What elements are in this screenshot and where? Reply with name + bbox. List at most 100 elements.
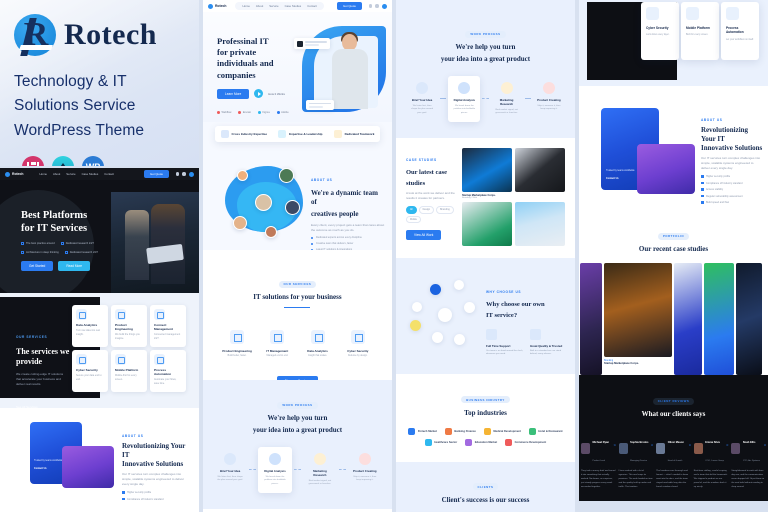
- industry-item[interactable]: Hotel & Restaurant: [528, 427, 563, 435]
- feature-item: Expertise & Leadership: [278, 130, 322, 138]
- case-image[interactable]: [461, 147, 512, 192]
- process-step[interactable]: Product Creating Ship it, measure it, the…: [348, 447, 382, 493]
- testimonial-name: Noah Ellis: [742, 441, 756, 445]
- nav-item-contact[interactable]: Contact: [104, 172, 114, 176]
- nav-item-case-studies[interactable]: Case Studies: [285, 4, 302, 8]
- nav-logo[interactable]: Rotech: [5, 171, 24, 177]
- nav-item-home[interactable]: Home: [242, 4, 249, 8]
- brief-icon: [224, 453, 237, 466]
- revolution-bullet: Compliance off industry standard: [701, 182, 763, 185]
- team-text: About Us We're a dynamic team of creativ…: [310, 168, 385, 250]
- brief-icon: [416, 82, 429, 95]
- hero-light-primary-button[interactable]: Learn More: [216, 88, 250, 99]
- industry-item[interactable]: Education Market: [465, 438, 497, 446]
- search-icon[interactable]: [368, 4, 373, 8]
- process-step-title: Marketing Research: [313, 469, 327, 478]
- case-cta-button[interactable]: View All Work: [405, 229, 442, 240]
- service-card-3[interactable]: Mobile Platform Built for every screen.: [681, 2, 719, 60]
- hero-primary-button[interactable]: Get Started: [21, 260, 54, 271]
- screenshot-recent-case: Portfolio Our recent case studies Brandi…: [579, 212, 768, 376]
- menu-icon[interactable]: [188, 171, 194, 177]
- dark-testimonial-card: Sophia Brooks Managing Director ” I have wo…: [618, 430, 653, 489]
- testimonial-name: Sophia Brooks: [630, 441, 649, 445]
- nav-item-service[interactable]: Service: [66, 172, 75, 176]
- process-connector: [524, 98, 531, 100]
- industry-item[interactable]: Medical Development: [483, 427, 521, 435]
- process-steps: Brief Your Idea We listen first, then sha…: [396, 76, 575, 122]
- industry-item[interactable]: Banking Finance: [444, 427, 476, 435]
- tagline-line-1: Technology & IT: [14, 73, 127, 90]
- solution-item[interactable]: Cyber Security Defense by design.: [340, 330, 376, 359]
- industry-item[interactable]: Healthcare Sector: [424, 438, 457, 446]
- recent-case-image[interactable]: [674, 263, 702, 376]
- search-icon[interactable]: [175, 172, 180, 176]
- case-image[interactable]: [514, 201, 565, 246]
- industry-item[interactable]: Fintech Market: [408, 427, 437, 435]
- revolution-eyebrow: About Us: [701, 118, 723, 122]
- service-card[interactable]: Data Analytics Turn raw data into real in…: [72, 305, 108, 347]
- cart-icon[interactable]: [182, 172, 186, 176]
- nav-logo[interactable]: Rotech: [207, 3, 226, 9]
- service-card[interactable]: Connect Management Connected management 2…: [150, 305, 186, 347]
- process-step[interactable]: Digital Analysis We break down the proble…: [257, 447, 293, 493]
- service-card[interactable]: Process Automation Automate your flows, s…: [150, 350, 186, 392]
- solution-desc: Managed end to end.: [266, 355, 289, 358]
- recent-case-card[interactable]: Branding Startup Marketplace Corps.: [604, 263, 672, 375]
- recent-case-image[interactable]: [604, 263, 672, 358]
- why-card: Full Time Support Our team is on hand aro…: [485, 328, 524, 357]
- play-icon[interactable]: [254, 89, 264, 99]
- testimonial-quote: Real-time staffing, careful scoping and …: [693, 470, 728, 488]
- process-step[interactable]: Digital Analysis We break down the proble…: [448, 76, 481, 122]
- wordpress-icon: WP: [82, 156, 104, 166]
- research-icon: [313, 453, 326, 466]
- service-card-3[interactable]: Cyber Security Lock down every layer.: [641, 2, 679, 60]
- nav-item-about[interactable]: About: [53, 172, 60, 176]
- case-image[interactable]: [461, 201, 512, 246]
- hero-video-label[interactable]: How It Works: [268, 92, 285, 96]
- recent-case-carousel[interactable]: Branding Startup Marketplace Corps.: [579, 263, 768, 376]
- nav-item-contact[interactable]: Contact: [307, 4, 317, 8]
- solution-item[interactable]: IT Management Managed end to end.: [259, 330, 295, 359]
- service-card[interactable]: Mobile Platform Mobile-first for every sc…: [111, 350, 147, 392]
- recent-case-header: Portfolio Our recent case studies: [579, 224, 768, 254]
- process-step-title: Marketing Research: [499, 98, 514, 107]
- process-step[interactable]: Marketing Research Real market signal, no…: [491, 76, 523, 122]
- process-step[interactable]: Brief Your Idea We listen first, then sha…: [406, 76, 438, 122]
- process-step[interactable]: Product Creating Ship it, measure it, the…: [533, 76, 565, 122]
- case-tab-all[interactable]: All: [405, 206, 417, 214]
- service-card[interactable]: Cyber Security Secure your data end to en…: [72, 350, 108, 392]
- cart-icon[interactable]: [375, 4, 379, 8]
- solution-item[interactable]: Data Analytics Insight that scales.: [300, 330, 336, 359]
- revolution-image-secondary: [62, 446, 114, 488]
- preview-column-4: Cyber Security Lock down every layer. Mo…: [579, 0, 768, 512]
- case-card[interactable]: Startup Marketplace Corps. Branding / We…: [461, 147, 512, 199]
- recent-case-image[interactable]: [580, 263, 602, 376]
- feature-bar: Cross Industry Expertise Expertise & Lea…: [214, 126, 380, 142]
- process-step[interactable]: Brief Your Idea We listen first, then sha…: [213, 447, 247, 493]
- cyber-security-icon: [76, 354, 87, 365]
- case-image[interactable]: [514, 147, 565, 192]
- service-card[interactable]: Product Engineering We build the things y…: [111, 305, 147, 347]
- case-tab-design[interactable]: Design: [418, 206, 435, 214]
- hero-secondary-button[interactable]: Read More: [58, 260, 91, 271]
- cloud-icon-badge: [411, 301, 422, 312]
- recent-case-image[interactable]: [736, 263, 762, 376]
- case-tab-mobile[interactable]: Mobile: [405, 215, 421, 223]
- case-tab-branding[interactable]: Branding: [436, 206, 454, 214]
- nav-item-service[interactable]: Service: [269, 4, 278, 8]
- service-card-3[interactable]: Process Automation Let your workflow run…: [721, 2, 759, 60]
- nav-cta-button[interactable]: Get Quote: [144, 169, 169, 179]
- hero-buttons: Get Started Read More: [21, 260, 103, 271]
- recent-case-image[interactable]: [704, 263, 734, 376]
- industry-item[interactable]: Commerce Development: [505, 438, 546, 446]
- process-connector: [440, 98, 447, 100]
- nav-cta-button[interactable]: Get Quote: [337, 1, 362, 11]
- process-step[interactable]: Marketing Research Real market signal, no…: [303, 447, 337, 493]
- hero-brand-strip: Webflow Envato Figma Adobe: [216, 111, 289, 114]
- solution-item[interactable]: Product Engineering Build better, faster.: [219, 330, 255, 359]
- nav-item-case-studies[interactable]: Case Studies: [82, 172, 99, 176]
- nav-item-home[interactable]: Home: [40, 172, 47, 176]
- nav-item-about[interactable]: About: [256, 4, 263, 8]
- menu-icon[interactable]: [381, 3, 387, 9]
- solution-title: Product Engineering: [222, 349, 252, 354]
